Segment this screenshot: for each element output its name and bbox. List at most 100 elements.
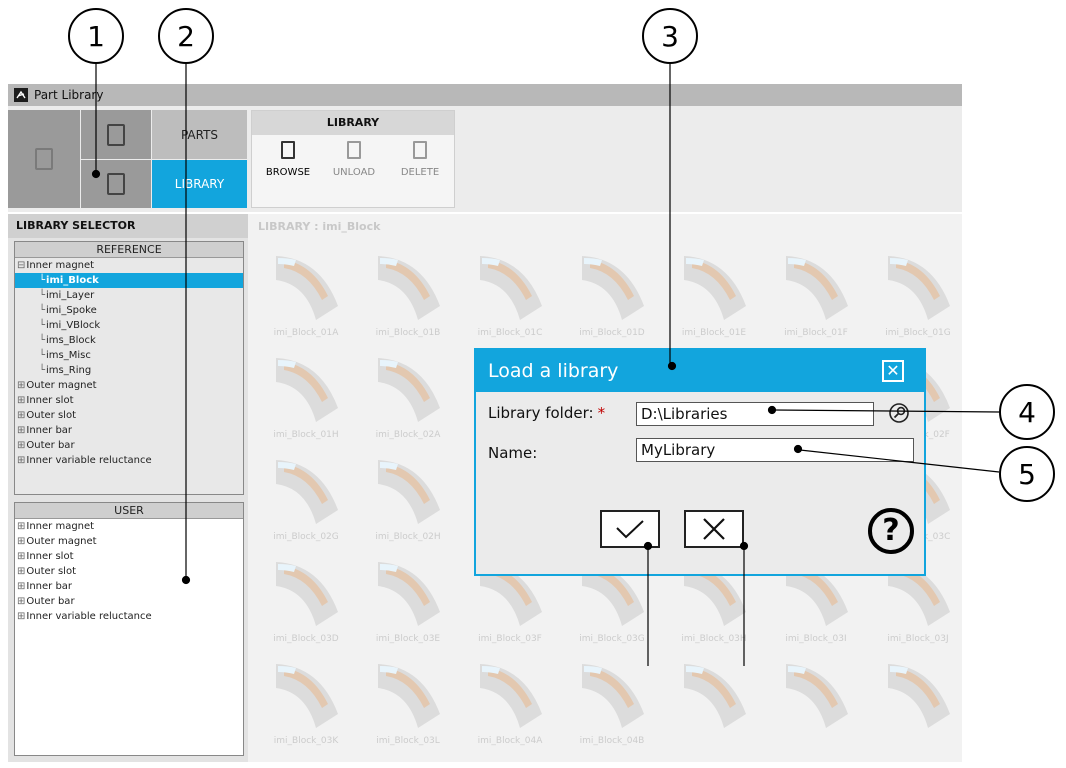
library-thumbnail[interactable]: imi_Block_04B xyxy=(562,650,662,750)
library-thumbnail[interactable]: imi_Block_01D xyxy=(562,242,662,342)
user-tree-item-label: Inner variable reluctance xyxy=(26,611,152,622)
browse-folder-button[interactable] xyxy=(888,402,910,424)
rotor-block-icon xyxy=(480,256,542,320)
library-thumbnail[interactable]: imi_Block_01F xyxy=(766,242,866,342)
library-folder-value: D:\Libraries xyxy=(641,405,728,423)
library-thumbnail[interactable]: imi_Block_02A xyxy=(358,344,458,444)
reference-tree-item-label: Inner variable reluctance xyxy=(26,455,152,466)
app-logo-icon xyxy=(14,88,28,102)
library-thumbnail[interactable]: imi_Block_03K xyxy=(256,650,356,750)
expand-icon[interactable]: ⊞ xyxy=(17,425,25,436)
user-tree-item-label: Inner slot xyxy=(26,551,74,562)
reference-tree-item[interactable]: └imi_Layer xyxy=(15,288,243,303)
user-tree-item[interactable]: ⊞Outer slot xyxy=(15,564,243,579)
reference-tree-item[interactable]: └imi_Spoke xyxy=(15,303,243,318)
expand-icon[interactable]: ⊞ xyxy=(17,536,25,547)
library-thumbnail[interactable] xyxy=(766,650,866,750)
checkmark-icon xyxy=(616,520,644,539)
parts-tab[interactable]: PARTS xyxy=(152,110,247,159)
library-thumbnail[interactable]: imi_Block_01B xyxy=(358,242,458,342)
reference-tree-item-label: Inner magnet xyxy=(26,260,95,271)
library-main-tile[interactable] xyxy=(8,110,80,208)
library-thumbnail-label: imi_Block_01H xyxy=(273,430,339,440)
library-thumbnail[interactable]: imi_Block_01E xyxy=(664,242,764,342)
library-thumbnail[interactable]: imi_Block_01C xyxy=(460,242,560,342)
library-thumbnail[interactable]: imi_Block_03D xyxy=(256,548,356,648)
user-tree-item[interactable]: ⊞Inner magnet xyxy=(15,519,243,534)
cancel-button[interactable] xyxy=(684,510,744,548)
library-thumbnail[interactable]: imi_Block_03L xyxy=(358,650,458,750)
browse-button[interactable]: BROWSE xyxy=(258,141,318,178)
rotor-block-icon xyxy=(276,664,338,728)
rotor-block-icon xyxy=(378,562,440,626)
library-thumbnail[interactable]: imi_Block_02G xyxy=(256,446,356,546)
reference-tree-item[interactable]: ⊞Inner slot xyxy=(15,393,243,408)
expand-icon[interactable]: ⊞ xyxy=(17,440,25,451)
library-thumbnail[interactable]: imi_Block_04A xyxy=(460,650,560,750)
library-thumbnail[interactable] xyxy=(868,650,968,750)
user-tree-item[interactable]: ⊞Inner bar xyxy=(15,579,243,594)
rotor-block-icon xyxy=(786,664,848,728)
reference-tree-item-label: imi_Block xyxy=(46,275,99,286)
library-thumbnail[interactable] xyxy=(664,650,764,750)
reference-tree-item-label: ims_Ring xyxy=(46,365,92,376)
reference-tree-item-label: Outer bar xyxy=(26,440,75,451)
expand-icon[interactable]: ⊞ xyxy=(17,611,25,622)
user-tree-item[interactable]: ⊞Outer bar xyxy=(15,594,243,609)
expand-icon[interactable]: ⊞ xyxy=(17,596,25,607)
expand-icon[interactable]: ⊞ xyxy=(17,410,25,421)
new-library-button[interactable] xyxy=(81,110,151,159)
expand-icon[interactable]: ⊞ xyxy=(17,521,25,532)
cross-icon xyxy=(703,518,725,540)
unload-button[interactable]: UNLOAD xyxy=(324,141,384,178)
reference-tree-item[interactable]: └ims_Ring xyxy=(15,363,243,378)
reference-tree-item[interactable]: ⊞Outer slot xyxy=(15,408,243,423)
unload-label: UNLOAD xyxy=(332,167,376,178)
expand-icon[interactable]: ⊞ xyxy=(17,395,25,406)
dialog-close-button[interactable]: ✕ xyxy=(882,360,904,382)
rotor-block-icon xyxy=(888,664,950,728)
reference-tree-item[interactable]: └imi_Block xyxy=(15,273,243,288)
collapse-icon[interactable]: ⊟ xyxy=(17,260,25,271)
ok-button[interactable] xyxy=(600,510,660,548)
reference-tree-item[interactable]: ⊞Outer bar xyxy=(15,438,243,453)
name-input[interactable]: MyLibrary xyxy=(636,438,914,462)
help-button[interactable]: ? xyxy=(868,508,914,554)
library-thumbnail[interactable]: imi_Block_01A xyxy=(256,242,356,342)
library-thumbnail-label: imi_Block_01G xyxy=(885,328,951,338)
reference-tree-item-label: ims_Misc xyxy=(46,350,91,361)
library-thumbnail[interactable]: imi_Block_02H xyxy=(358,446,458,546)
reference-tree-item[interactable]: ⊞Inner bar xyxy=(15,423,243,438)
load-library-button[interactable] xyxy=(81,160,151,208)
user-tree-item[interactable]: ⊞Inner slot xyxy=(15,549,243,564)
reference-tree-item[interactable]: ⊞Outer magnet xyxy=(15,378,243,393)
library-thumbnail[interactable]: imi_Block_01H xyxy=(256,344,356,444)
library-tab[interactable]: LIBRARY xyxy=(152,160,247,208)
library-thumbnail-label: imi_Block_01B xyxy=(375,328,441,338)
expand-icon[interactable]: ⊞ xyxy=(17,455,25,466)
user-tree: USER ⊞Inner magnet ⊞Outer magnet ⊞Inner sl… xyxy=(14,502,244,756)
expand-icon[interactable]: ⊞ xyxy=(17,551,25,562)
library-thumbnail[interactable]: imi_Block_01G xyxy=(868,242,968,342)
reference-tree-item[interactable]: └imi_VBlock xyxy=(15,318,243,333)
expand-icon[interactable]: ⊞ xyxy=(17,566,25,577)
rotor-block-icon xyxy=(276,562,338,626)
reference-tree-item[interactable]: └ims_Misc xyxy=(15,348,243,363)
library-thumbnail[interactable]: imi_Block_03E xyxy=(358,548,458,648)
reference-tree-item[interactable]: └ims_Block xyxy=(15,333,243,348)
book-add-icon xyxy=(107,123,125,146)
user-tree-item[interactable]: ⊞Outer magnet xyxy=(15,534,243,549)
user-tree-item[interactable]: ⊞Inner variable reluctance xyxy=(15,609,243,624)
reference-tree-items: ⊟Inner magnet └imi_Block └imi_Layer └imi_Sp… xyxy=(15,258,243,468)
reference-tree-item[interactable]: ⊞Inner variable reluctance xyxy=(15,453,243,468)
expand-icon[interactable]: ⊞ xyxy=(17,581,25,592)
library-thumbnail-label: imi_Block_01A xyxy=(273,328,339,338)
tree-branch-icon: └ xyxy=(39,275,46,286)
reference-tree-item[interactable]: ⊟Inner magnet xyxy=(15,258,243,273)
rotor-block-icon xyxy=(480,664,542,728)
reference-tree-header: REFERENCE xyxy=(15,242,243,258)
load-library-dialog: Load a library ✕ Library folder: * D:\Lib… xyxy=(474,348,926,576)
expand-icon[interactable]: ⊞ xyxy=(17,380,25,391)
delete-button[interactable]: DELETE xyxy=(390,141,450,178)
library-folder-input[interactable]: D:\Libraries xyxy=(636,402,874,426)
